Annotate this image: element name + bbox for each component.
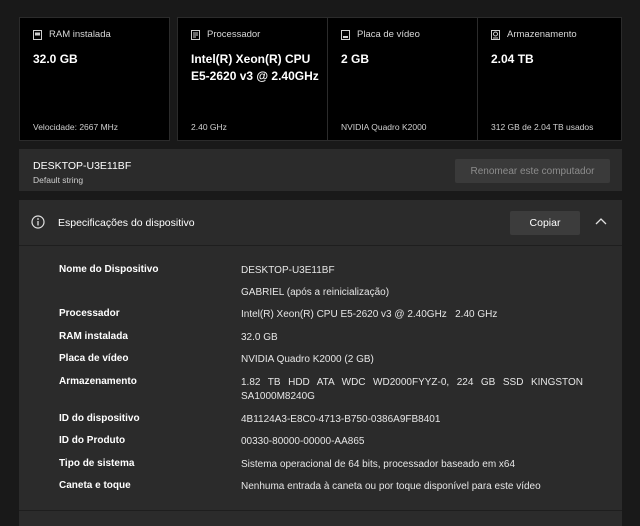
spec-label: Tipo de sistema	[59, 458, 135, 469]
computer-name: DESKTOP-U3E11BF	[33, 160, 132, 172]
ram-icon	[33, 29, 42, 40]
spec-value: 32.0 GB	[241, 332, 278, 343]
spec-value: DESKTOP-U3E11BF	[241, 265, 335, 276]
spec-value: Nenhuma entrada à caneta ou por toque di…	[241, 481, 541, 492]
card-value: 2 GB	[341, 52, 370, 66]
spec-label: Placa de vídeo	[59, 353, 129, 364]
card-detail: 2.40 GHz	[191, 122, 227, 132]
spec-label: Processador	[59, 308, 120, 319]
card-title: Processador	[207, 29, 261, 40]
spec-value: 4B1124A3-E8C0-4713-B750-0386A9FB8401	[241, 414, 441, 425]
card-title: Armazenamento	[507, 29, 577, 40]
spec-label: ID do dispositivo	[59, 413, 140, 424]
storage-card: Armazenamento 2.04 TB 312 GB de 2.04 TB …	[477, 17, 622, 141]
chevron-up-icon[interactable]	[595, 217, 607, 225]
card-detail: NVIDIA Quadro K2000	[341, 122, 427, 132]
spec-value: 1.82 TB HDD ATA WDC WD2000FYYZ-0, 224 GB…	[241, 377, 583, 402]
spec-value: Sistema operacional de 64 bits, processa…	[241, 459, 516, 470]
card-title: Placa de vídeo	[357, 29, 420, 40]
spec-label: Caneta e toque	[59, 480, 131, 491]
gpu-icon	[341, 29, 350, 40]
device-specifications-panel: Especificações do dispositivo Copiar Nom…	[19, 200, 622, 526]
processor-card: Processador Intel(R) Xeon(R) CPU E5-2620…	[177, 17, 328, 141]
storage-icon	[491, 29, 500, 40]
divider	[19, 510, 622, 511]
info-icon	[31, 215, 45, 229]
card-title: RAM instalada	[49, 29, 111, 40]
rename-computer-button[interactable]: Renomear este computador	[455, 159, 610, 183]
card-detail: 312 GB de 2.04 TB usados	[491, 122, 594, 132]
spec-value: Intel(R) Xeon(R) CPU E5-2620 v3 @ 2.40GH…	[241, 309, 498, 320]
spec-label: Armazenamento	[59, 376, 137, 387]
card-value: 32.0 GB	[33, 52, 78, 66]
processor-icon	[191, 29, 200, 40]
specs-title: Especificações do dispositivo	[58, 217, 195, 229]
card-value: 2.04 TB	[491, 52, 534, 66]
spec-value: NVIDIA Quadro K2000 (2 GB)	[241, 354, 374, 365]
spec-label: RAM instalada	[59, 331, 128, 342]
spec-label: Nome do Dispositivo	[59, 264, 159, 275]
spec-value: 00330-80000-00000-AA865	[241, 436, 365, 447]
card-detail: Velocidade: 2667 MHz	[33, 122, 119, 132]
spec-label: ID do Produto	[59, 435, 126, 446]
ram-card: RAM instalada 32.0 GB Velocidade: 2667 M…	[19, 17, 170, 141]
gpu-card: Placa de vídeo 2 GB NVIDIA Quadro K2000	[327, 17, 478, 141]
card-value: Intel(R) Xeon(R) CPU E5-2620 v3 @ 2.40GH…	[191, 52, 319, 83]
computer-subtitle: Default string	[33, 175, 84, 185]
copy-button[interactable]: Copiar	[510, 211, 580, 235]
specs-header[interactable]: Especificações do dispositivo Copiar	[19, 200, 622, 246]
spec-value: GABRIEL (após a reinicialização)	[241, 287, 390, 298]
computer-name-bar: DESKTOP-U3E11BF Default string Renomear …	[19, 149, 622, 191]
